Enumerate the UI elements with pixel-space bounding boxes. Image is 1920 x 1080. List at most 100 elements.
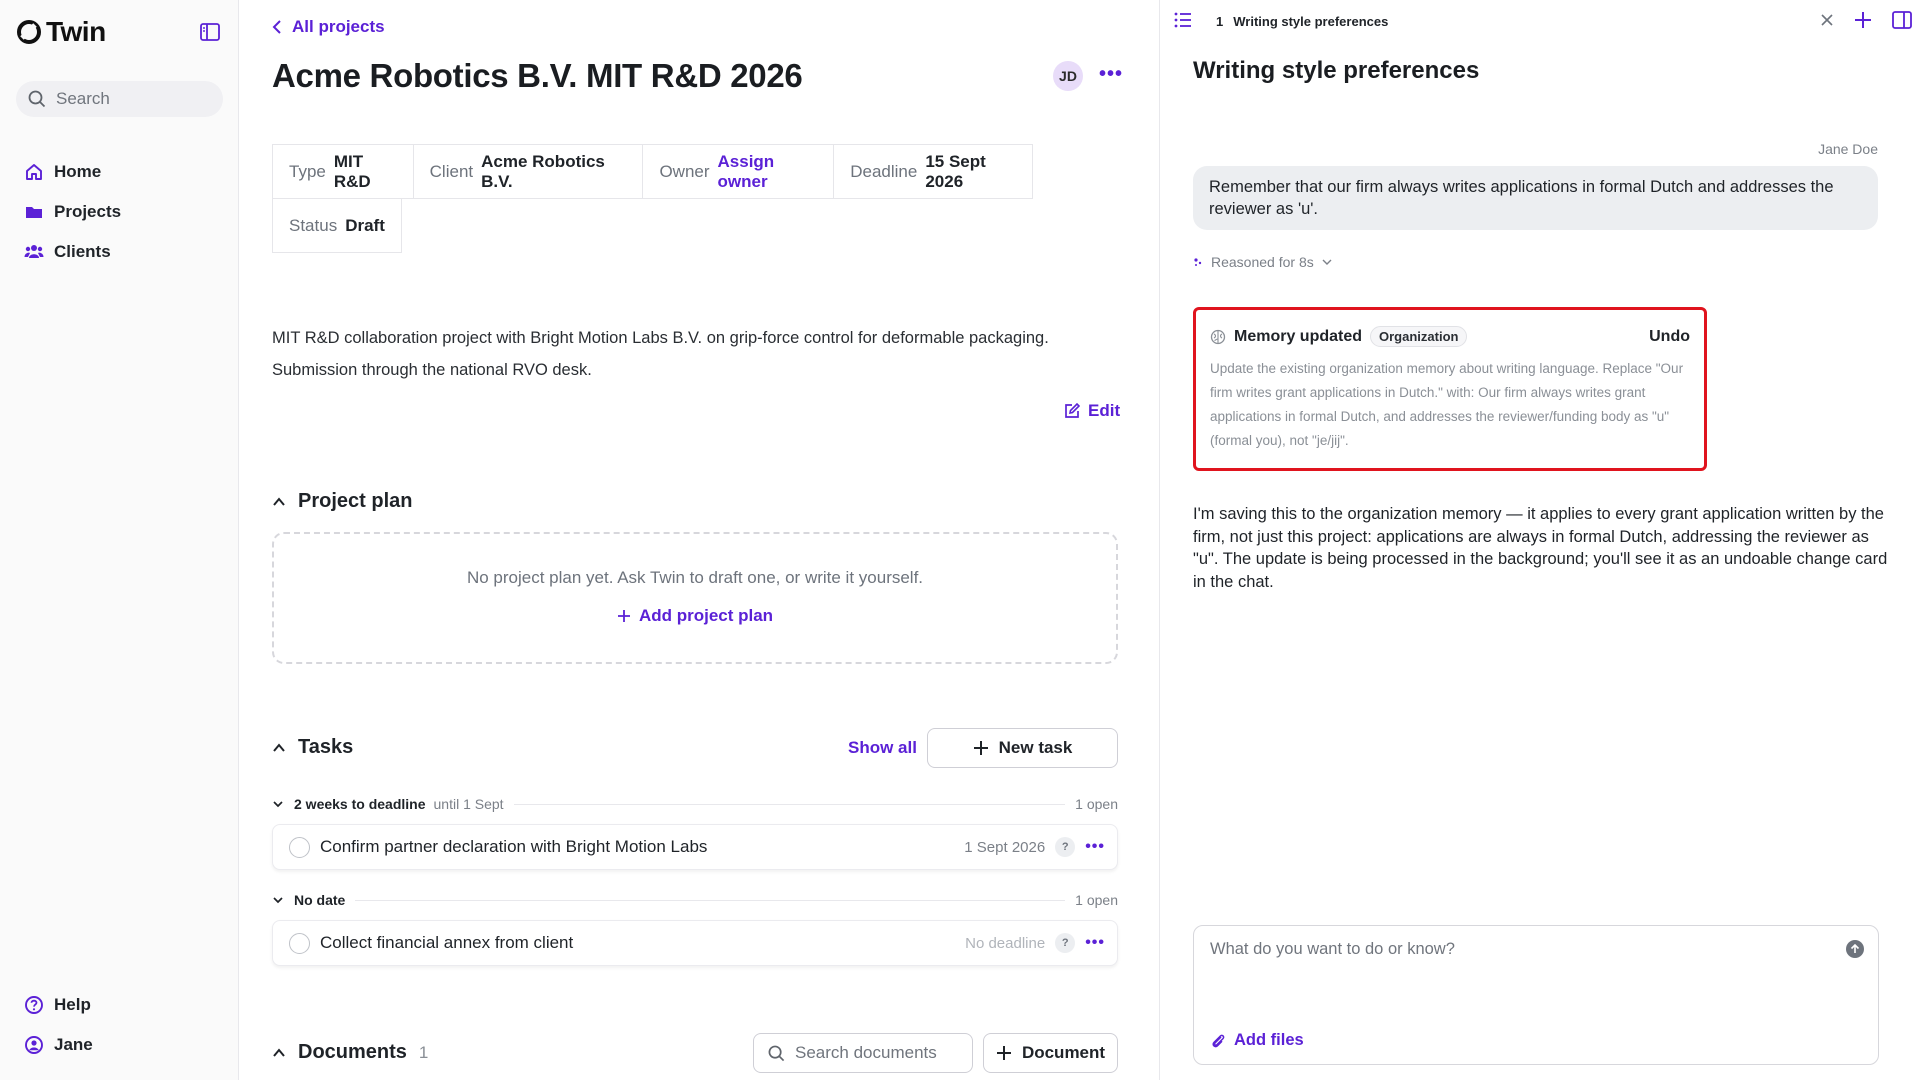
group-count: 1 open — [1075, 796, 1118, 812]
avatar[interactable]: JD — [1053, 61, 1083, 91]
task-date: 1 Sept 2026 — [964, 838, 1046, 856]
project-description: MIT R&D collaboration project with Brigh… — [272, 322, 1112, 386]
tab-title: Writing style preferences — [1233, 13, 1389, 29]
brand-name: Twin — [46, 16, 106, 47]
documents-count: 1 — [418, 1042, 429, 1062]
task-assignee-badge[interactable]: ? — [1055, 933, 1076, 953]
group-divider — [513, 803, 1066, 805]
nav-label-home: Home — [54, 162, 102, 181]
new-tab-button[interactable] — [1854, 8, 1872, 36]
assign-owner-link[interactable]: Assign owner — [718, 152, 818, 192]
task-row[interactable]: Confirm partner declaration with Bright … — [272, 824, 1118, 870]
nav-item-home[interactable]: Home — [16, 152, 222, 192]
undo-memory-button[interactable]: Undo — [1649, 328, 1690, 346]
search-placeholder: Search — [56, 89, 110, 108]
nav-item-projects[interactable]: Projects — [16, 192, 222, 232]
sidebar: Twin Search Home Projects Clients Help J… — [0, 0, 239, 1080]
folder-icon — [26, 207, 42, 218]
group-divider — [355, 899, 1066, 901]
documents-header[interactable]: Documents 1 — [272, 1041, 428, 1064]
add-plan-label: Add project plan — [638, 606, 774, 625]
meta-label: Status — [289, 215, 338, 235]
back-to-projects-link[interactable]: All projects — [272, 17, 385, 37]
description-line: MIT R&D collaboration project with Brigh… — [272, 329, 1049, 347]
edit-label: Edit — [1088, 401, 1121, 420]
group-count: 1 open — [1075, 892, 1118, 908]
plus-icon — [996, 1046, 1011, 1060]
tab-list-button[interactable] — [1174, 11, 1192, 34]
task-title: Confirm partner declaration with Bright … — [320, 837, 708, 856]
plus-icon — [1855, 12, 1871, 28]
nav-item-account[interactable]: Jane — [16, 1025, 222, 1065]
chevron-up-icon — [273, 742, 285, 752]
section-title: Project plan — [298, 490, 413, 512]
nav-item-clients[interactable]: Clients — [16, 232, 222, 272]
composer-input[interactable]: What do you want to do or know? — [1210, 940, 1862, 959]
plus-icon — [617, 610, 630, 622]
brand-logo[interactable]: Twin — [16, 16, 106, 48]
conversation-title: Writing style preferences — [1193, 57, 1480, 84]
task-group-header[interactable]: 2 weeks to deadline until 1 Sept 1 open — [272, 793, 1118, 815]
collapse-sidebar-button[interactable] — [198, 20, 222, 44]
assistant-panel: 1 Writing style preferences Writing styl… — [1160, 0, 1920, 1080]
memory-card-body: Update the existing organization memory … — [1210, 361, 1684, 448]
meta-label: Owner — [659, 161, 710, 181]
search-icon — [28, 90, 46, 108]
chat-composer[interactable]: What do you want to do or know? Add file… — [1193, 925, 1879, 1065]
show-all-label: Show all — [848, 738, 917, 757]
message-author: Jane Doe — [1818, 141, 1878, 157]
meta-type[interactable]: Type MIT R&D — [272, 144, 414, 199]
task-row[interactable]: Collect financial annex from client No d… — [272, 920, 1118, 966]
meta-value: Acme Robotics B.V. — [481, 151, 605, 191]
meta-client[interactable]: Client Acme Robotics B.V. — [412, 144, 644, 199]
task-checkbox[interactable] — [289, 932, 310, 954]
task-title: Collect financial annex from client — [320, 933, 574, 952]
nav-label-account: Jane — [54, 1035, 93, 1054]
main-nav: Home Projects Clients — [16, 152, 222, 272]
task-assignee-badge[interactable]: ? — [1055, 837, 1076, 857]
send-button[interactable] — [1846, 940, 1864, 958]
meta-row: Type MIT R&D Client Acme Robotics B.V. O… — [272, 144, 1033, 199]
task-checkbox[interactable] — [289, 836, 310, 858]
panel-layout-icon — [1892, 11, 1912, 29]
memory-card-header: Memory updated Organization Undo — [1210, 326, 1690, 347]
task-more-button[interactable]: ••• — [1085, 838, 1105, 856]
arrow-up-icon — [1850, 944, 1860, 953]
add-document-button[interactable]: Document — [983, 1033, 1118, 1073]
nav-label-clients: Clients — [54, 242, 111, 261]
toggle-panel-button[interactable] — [1892, 11, 1912, 34]
add-files-button[interactable]: Add files — [1210, 1031, 1304, 1050]
task-group-header[interactable]: No date 1 open — [272, 889, 1118, 911]
paperclip-icon — [1212, 1034, 1225, 1047]
close-tab-button[interactable] — [1820, 11, 1834, 32]
documents-search-input[interactable]: Search documents — [753, 1033, 973, 1073]
edit-icon — [1065, 403, 1080, 418]
user-icon — [25, 1036, 43, 1054]
task-more-button[interactable]: ••• — [1085, 934, 1105, 952]
meta-deadline[interactable]: Deadline 15 Sept 2026 — [833, 144, 1033, 199]
meta-label: Deadline — [850, 161, 918, 181]
reasoning-toggle[interactable]: Reasoned for 8s — [1193, 254, 1332, 270]
task-date: No deadline — [965, 934, 1046, 952]
add-project-plan-button[interactable]: Add project plan — [617, 606, 773, 626]
list-icon — [1174, 12, 1191, 28]
meta-owner[interactable]: Owner Assign owner — [642, 144, 835, 199]
tab-writing-style[interactable]: 1 Writing style preferences — [1204, 0, 1388, 42]
add-files-label: Add files — [1234, 1031, 1304, 1049]
meta-value: Draft — [345, 215, 385, 235]
meta-value: MIT R&D — [333, 151, 371, 191]
edit-description-button[interactable]: Edit — [1064, 401, 1120, 421]
new-task-button[interactable]: New task — [927, 728, 1118, 768]
logo-row: Twin — [16, 16, 222, 48]
sidebar-search[interactable]: Search — [16, 81, 223, 117]
tasks-header[interactable]: Tasks — [272, 736, 353, 759]
users-icon — [24, 245, 44, 258]
page-title: Acme Robotics B.V. MIT R&D 2026 — [272, 57, 803, 94]
meta-status[interactable]: Status Draft — [272, 198, 402, 253]
nav-item-help[interactable]: Help — [16, 985, 222, 1025]
tab-index: 1 — [1216, 13, 1224, 29]
project-plan-header[interactable]: Project plan — [272, 490, 412, 513]
help-icon — [25, 996, 43, 1014]
section-title: Documents — [298, 1041, 407, 1063]
project-more-button[interactable]: ••• — [1099, 63, 1123, 86]
